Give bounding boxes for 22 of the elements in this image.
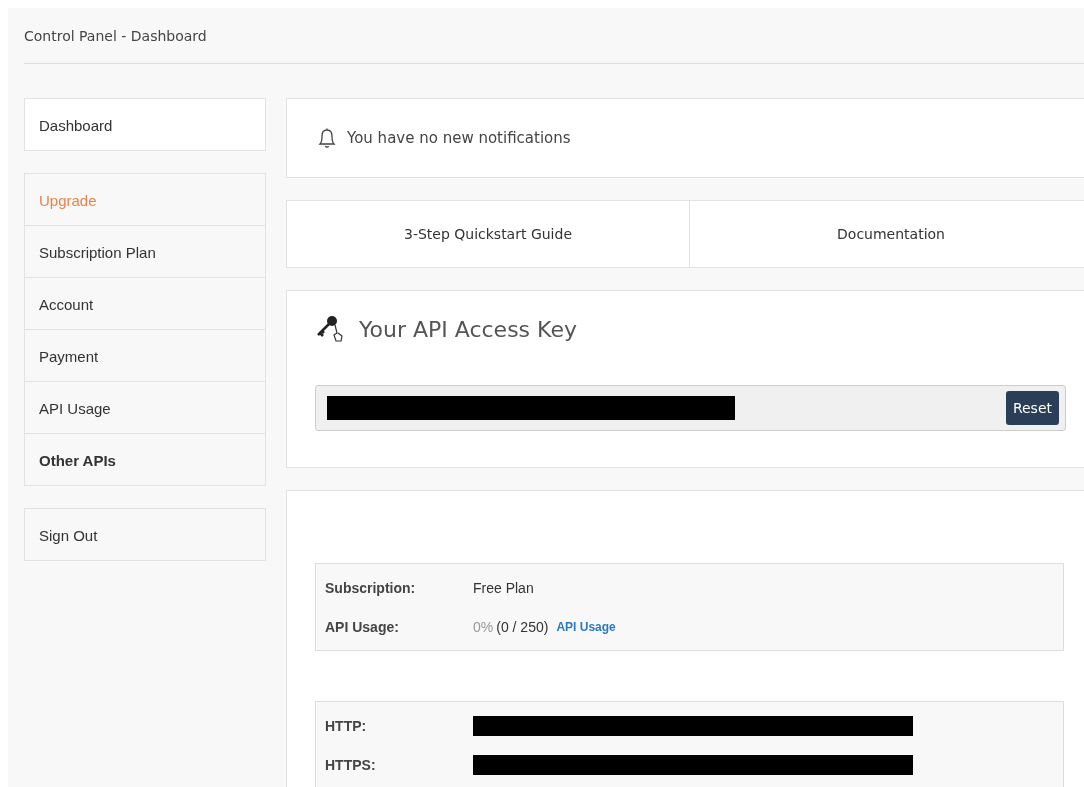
guide-link[interactable]: 3-Step Quickstart Guide xyxy=(287,201,690,267)
sidebar-item[interactable]: Account xyxy=(24,277,266,330)
sidebar-item[interactable]: Sign Out xyxy=(24,508,266,561)
api-key-title: Your API Access Key xyxy=(359,316,577,342)
field-label: Subscription: xyxy=(324,579,417,596)
sidebar-item[interactable]: API Usage xyxy=(24,381,266,434)
api-key-field[interactable]: Reset xyxy=(315,385,1066,431)
guide-link[interactable]: Documentation xyxy=(690,201,1084,267)
sidebar-item[interactable]: Other APIs xyxy=(24,433,266,486)
usage-percent: 0% xyxy=(473,618,494,635)
field-label: HTTP: xyxy=(324,717,368,734)
field-label: HTTPS: xyxy=(324,756,377,773)
sidebar-item[interactable]: Subscription Plan xyxy=(24,225,266,278)
field-value: (0 / 250) xyxy=(496,618,549,635)
field-value: Free Plan xyxy=(473,579,534,596)
field-label: API Usage: xyxy=(324,618,400,635)
notification-text: You have no new notifications xyxy=(347,129,571,147)
api-usage-link[interactable]: API Usage xyxy=(556,619,616,634)
bell-icon xyxy=(317,127,337,149)
sidebar-item[interactable]: Payment xyxy=(24,329,266,382)
reset-button[interactable]: Reset xyxy=(1005,391,1059,425)
page-title: Control Panel - Dashboard xyxy=(24,27,207,44)
